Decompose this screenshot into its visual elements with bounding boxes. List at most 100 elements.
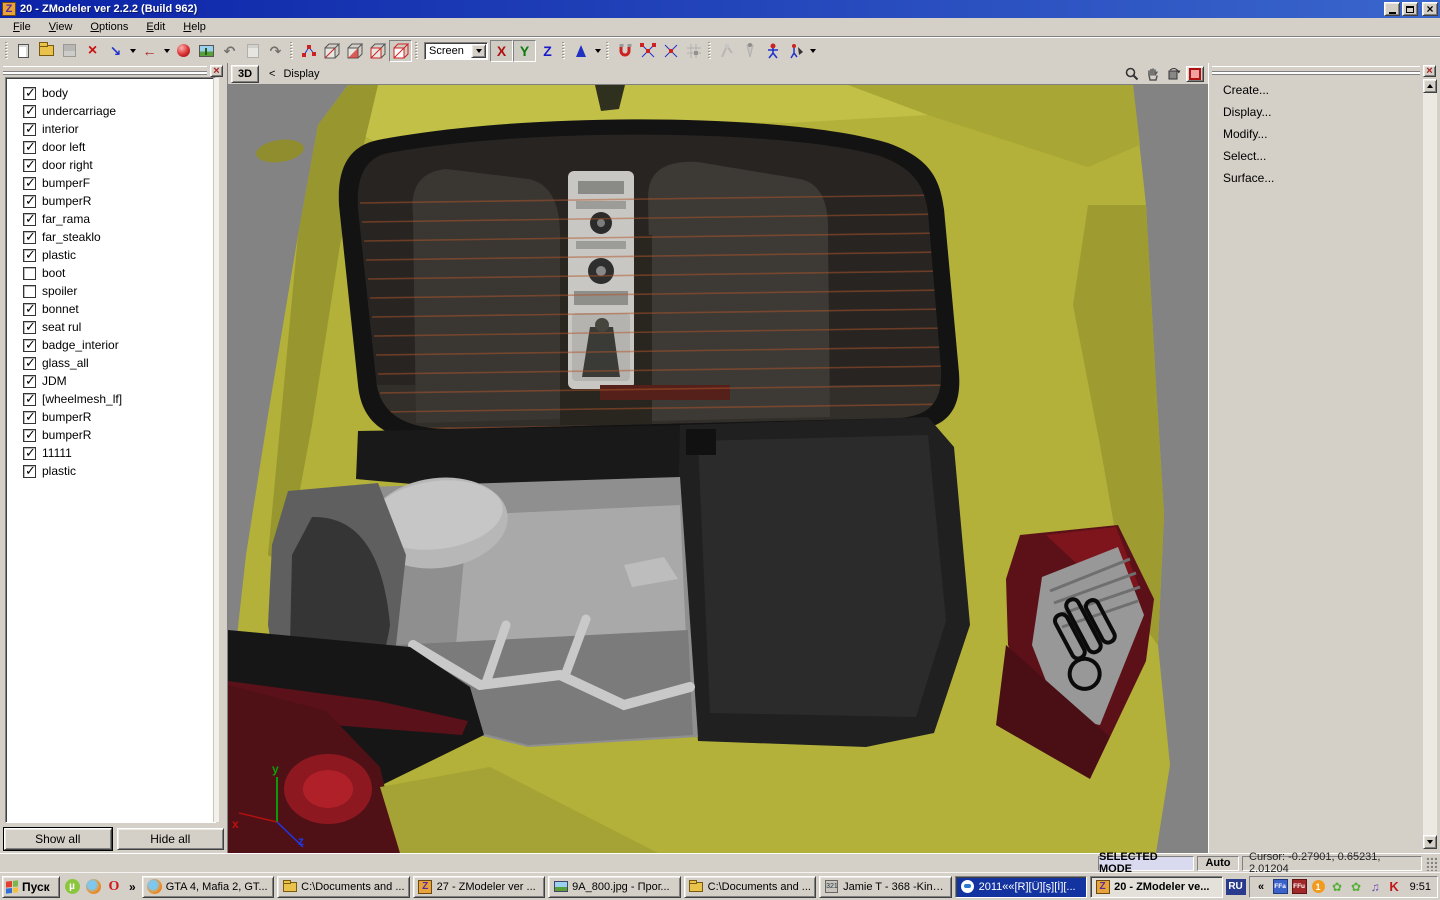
object-row-boot[interactable]: boot (6, 264, 215, 282)
object-checkbox[interactable] (23, 375, 36, 388)
quicklaunch-firefox[interactable] (84, 878, 102, 896)
maximize-button[interactable] (1402, 2, 1418, 16)
ffa-tray-icon[interactable]: FFa (1273, 879, 1288, 894)
object-checkbox[interactable] (23, 357, 36, 370)
object-list-scrollbar[interactable] (213, 78, 219, 822)
commands-panel-close-button[interactable]: × (1423, 65, 1436, 77)
object-checkbox[interactable] (23, 195, 36, 208)
command-display[interactable]: Display... (1209, 101, 1422, 123)
axis-x-button[interactable]: X (490, 40, 513, 62)
kaspersky-tray-icon[interactable]: K (1387, 879, 1402, 894)
combo-dropdown-button[interactable] (471, 44, 486, 58)
polygons-mode-button[interactable] (366, 40, 389, 62)
object-checkbox[interactable] (23, 267, 36, 280)
tray-collapse-chevron[interactable]: « (1254, 879, 1269, 894)
object-row-bumperR-2[interactable]: bumperR (6, 408, 215, 426)
viewport-mode-button[interactable]: 3D (231, 65, 259, 83)
object-row-jdm[interactable]: JDM (6, 372, 215, 390)
object-checkbox[interactable] (23, 249, 36, 262)
axis-y-button[interactable]: Y (513, 40, 536, 62)
task-zmodeler-27[interactable]: Z 27 - ZModeler ver ... (413, 876, 545, 898)
resize-grip[interactable] (1425, 856, 1438, 871)
axis-z-button[interactable]: Z (536, 40, 559, 62)
toolbar-grip[interactable] (708, 42, 712, 60)
object-row-bumperR[interactable]: bumperR (6, 192, 215, 210)
media-tray-icon[interactable]: ♫ (1368, 879, 1383, 894)
break-vertices-button[interactable] (659, 40, 682, 62)
maximize-viewport-button[interactable] (1186, 66, 1204, 82)
export-options-button[interactable] (161, 40, 172, 62)
toolbar-grip[interactable] (562, 42, 566, 60)
object-checkbox[interactable] (23, 339, 36, 352)
object-checkbox[interactable] (23, 465, 36, 478)
import-options-button[interactable] (127, 40, 138, 62)
object-row-body[interactable]: body (6, 84, 215, 102)
taskbar-clock[interactable]: 9:51 (1406, 881, 1431, 893)
minimize-button[interactable] (1384, 2, 1400, 16)
object-checkbox[interactable] (23, 393, 36, 406)
object-checkbox[interactable] (23, 321, 36, 334)
import-button[interactable]: ↘ (104, 40, 127, 62)
object-row-bumperF[interactable]: bumperF (6, 174, 215, 192)
zoom-tool-button[interactable] (1123, 66, 1141, 82)
axis-gizmo-button[interactable] (569, 40, 592, 62)
faces-mode-button[interactable] (343, 40, 366, 62)
icq-flower-icon-2[interactable]: ✿ (1349, 879, 1364, 894)
object-row-door-right[interactable]: door right (6, 156, 215, 174)
object-row-plastic[interactable]: plastic (6, 246, 215, 264)
object-row-badge-interior[interactable]: badge_interior (6, 336, 215, 354)
command-create[interactable]: Create... (1209, 79, 1422, 101)
scroll-down-button[interactable] (1423, 835, 1437, 849)
object-checkbox[interactable] (23, 105, 36, 118)
icq-flower-icon[interactable]: ✿ (1330, 879, 1345, 894)
gizmo-options-button[interactable] (592, 40, 603, 62)
object-checkbox[interactable] (23, 213, 36, 226)
edges-mode-button[interactable] (320, 40, 343, 62)
texture-browser-button[interactable] (195, 40, 218, 62)
task-chat-flashing[interactable]: 2011««[R][Û][ş][Í][... (955, 876, 1087, 898)
object-checkbox[interactable] (23, 303, 36, 316)
object-row-bumperR-3[interactable]: bumperR (6, 426, 215, 444)
menu-edit[interactable]: Edit (137, 19, 174, 35)
panel-grip[interactable] (3, 66, 207, 72)
task-documents-2[interactable]: C:\Documents and ... (684, 876, 816, 898)
object-row-interior[interactable]: interior (6, 120, 215, 138)
objects-mode-button[interactable] (389, 40, 412, 62)
menu-view[interactable]: View (40, 19, 82, 35)
object-checkbox[interactable] (23, 159, 36, 172)
orbit-tool-button[interactable] (1165, 66, 1183, 82)
object-checkbox[interactable] (23, 177, 36, 190)
object-checkbox[interactable] (23, 285, 36, 298)
start-button[interactable]: Пуск (2, 876, 60, 898)
quicklaunch-utorrent[interactable]: µ (63, 878, 81, 896)
command-modify[interactable]: Modify... (1209, 123, 1422, 145)
object-row-11111[interactable]: 11111 (6, 444, 215, 462)
menu-file[interactable]: File (4, 19, 40, 35)
object-row-far-rama[interactable]: far_rama (6, 210, 215, 228)
quicklaunch-opera[interactable]: O (105, 878, 123, 896)
vertex-skin-button[interactable] (784, 40, 807, 62)
object-checkbox[interactable] (23, 429, 36, 442)
scroll-up-button[interactable] (1423, 79, 1437, 93)
skin-options-button[interactable] (807, 40, 818, 62)
task-zmodeler-20-active[interactable]: Z 20 - ZModeler ve... (1090, 876, 1222, 898)
object-row-wheelmesh[interactable]: [wheelmesh_lf] (6, 390, 215, 408)
object-row-bonnet[interactable]: bonnet (6, 300, 215, 318)
new-file-button[interactable] (12, 40, 35, 62)
ffu-tray-icon[interactable]: FFu (1292, 879, 1307, 894)
hide-all-button[interactable]: Hide all (117, 828, 225, 850)
menu-help[interactable]: Help (174, 19, 215, 35)
magnet-button[interactable] (613, 40, 636, 62)
object-checkbox[interactable] (23, 141, 36, 154)
object-row-undercarriage[interactable]: undercarriage (6, 102, 215, 120)
status-auto-toggle[interactable]: Auto (1197, 856, 1239, 871)
qip-tray-icon[interactable]: 1 (1312, 880, 1325, 893)
toolbar-grip[interactable] (415, 42, 419, 60)
breadcrumb-label[interactable]: Display (283, 68, 319, 80)
toolbar-grip[interactable] (290, 42, 294, 60)
viewport-canvas[interactable]: x y z (228, 85, 1208, 853)
language-indicator[interactable]: RU (1226, 879, 1246, 895)
command-surface[interactable]: Surface... (1209, 167, 1422, 189)
object-checkbox[interactable] (23, 87, 36, 100)
object-row-spoiler[interactable]: spoiler (6, 282, 215, 300)
